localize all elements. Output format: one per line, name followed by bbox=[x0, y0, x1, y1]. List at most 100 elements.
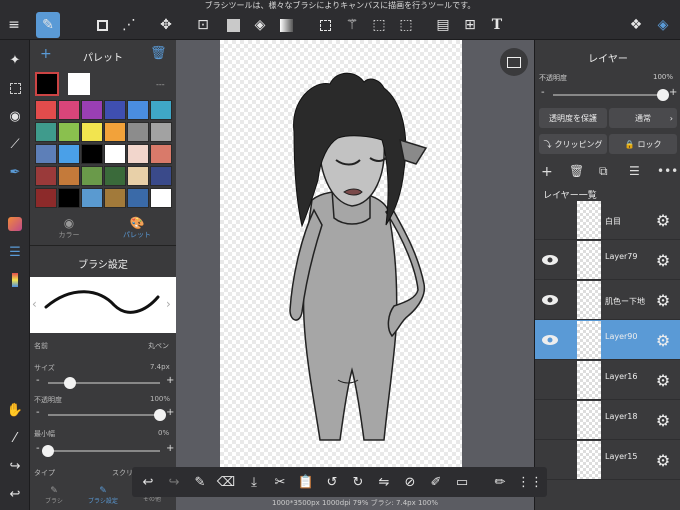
eye-off-icon[interactable] bbox=[539, 409, 561, 431]
layer-row[interactable]: Layer16 ⚙ bbox=[535, 360, 680, 400]
frame-icon[interactable]: ▭ bbox=[450, 470, 474, 494]
layer-opacity-minus-button[interactable]: - bbox=[541, 87, 545, 98]
canvas-area[interactable] bbox=[176, 40, 534, 510]
gear-icon[interactable]: ⚙ bbox=[653, 370, 673, 390]
color-swatch[interactable] bbox=[58, 166, 80, 186]
layer-row[interactable]: Layer79 ⚙ bbox=[535, 240, 680, 280]
rotate-right-icon[interactable]: ↻ bbox=[346, 470, 370, 494]
color-swatch[interactable] bbox=[104, 188, 126, 208]
minwidth-plus-button[interactable]: + bbox=[166, 443, 174, 454]
text-icon[interactable]: T bbox=[485, 12, 509, 38]
opacity-minus-button[interactable]: - bbox=[36, 407, 40, 418]
bucket-icon[interactable]: ◈ bbox=[248, 12, 272, 38]
cut-icon[interactable]: ⊞ bbox=[458, 12, 482, 38]
palette-bar-icon[interactable] bbox=[3, 268, 27, 292]
minwidth-minus-button[interactable]: - bbox=[36, 443, 40, 454]
gear-icon[interactable]: ⚙ bbox=[653, 410, 673, 430]
color-swatch[interactable] bbox=[35, 166, 57, 186]
color-swatch[interactable] bbox=[104, 166, 126, 186]
paste-icon[interactable]: 📋 bbox=[294, 470, 318, 494]
layer-opacity-plus-button[interactable]: + bbox=[669, 87, 677, 98]
menu-icon[interactable]: ≡ bbox=[2, 12, 26, 38]
eye-icon[interactable] bbox=[539, 329, 561, 351]
gear-icon[interactable]: ⚙ bbox=[653, 450, 673, 470]
materials-icon[interactable]: ❖ bbox=[624, 12, 648, 38]
select-rect-icon[interactable] bbox=[313, 12, 337, 38]
layer-opacity-slider-knob[interactable] bbox=[657, 89, 669, 101]
minwidth-slider-knob[interactable] bbox=[42, 445, 54, 457]
eraser-icon[interactable]: ⌫ bbox=[214, 470, 238, 494]
opacity-plus-button[interactable]: + bbox=[166, 407, 174, 418]
eyedropper-icon[interactable]: ⁄ bbox=[3, 426, 27, 450]
color-swatch-icon[interactable] bbox=[3, 212, 27, 236]
undo-icon[interactable]: ↩ bbox=[3, 482, 27, 506]
size-plus-button[interactable]: + bbox=[166, 375, 174, 386]
rotate-left-icon[interactable]: ↺ bbox=[320, 470, 344, 494]
tab-palette[interactable]: 🎨 パレット bbox=[103, 216, 171, 240]
scissors-icon[interactable]: ✂ bbox=[268, 470, 292, 494]
transform-icon[interactable]: ⊡ bbox=[191, 12, 215, 38]
eye-icon[interactable] bbox=[539, 289, 561, 311]
tab-brush[interactable]: ✎ ブラシ bbox=[32, 486, 76, 505]
layer-opacity-slider-track[interactable] bbox=[553, 94, 663, 96]
layer-row[interactable]: Layer18 ⚙ bbox=[535, 400, 680, 440]
select-pen-icon[interactable]: ⬚ bbox=[367, 12, 391, 38]
download-icon[interactable]: ⤓ bbox=[242, 470, 266, 494]
next-brush-icon[interactable]: › bbox=[166, 297, 171, 311]
blend-mode-button[interactable]: 通常 › bbox=[609, 108, 677, 128]
layer-row[interactable]: 肌色ー下地 ⚙ bbox=[535, 280, 680, 320]
color-swatch[interactable] bbox=[58, 100, 80, 120]
layer-row[interactable]: Layer15 ⚙ bbox=[535, 440, 680, 480]
color-swatch[interactable] bbox=[35, 144, 57, 164]
protect-alpha-button[interactable]: 透明度を保護 bbox=[539, 108, 607, 128]
more-icon[interactable]: ••• bbox=[657, 164, 678, 178]
color-swatch[interactable] bbox=[127, 100, 149, 120]
clipping-button[interactable]: ⤵ クリッピング bbox=[539, 134, 607, 154]
flip-icon[interactable]: ⇋ bbox=[372, 470, 396, 494]
add-layer-icon[interactable]: + bbox=[541, 164, 553, 180]
pen-square-icon[interactable]: ✏ bbox=[488, 470, 512, 494]
grid-icon[interactable]: ⋮⋮ bbox=[517, 470, 543, 494]
minwidth-slider-track[interactable] bbox=[48, 450, 160, 452]
duplicate-layer-icon[interactable]: ⧉ bbox=[599, 164, 608, 179]
eye-off-icon[interactable] bbox=[539, 209, 561, 231]
quick-menu-icon[interactable]: ✦ bbox=[3, 48, 27, 72]
tab-brush-settings[interactable]: ✎ ブラシ設定 bbox=[80, 486, 126, 505]
delete-palette-icon[interactable]: 🗑 bbox=[150, 46, 167, 61]
color-swatch[interactable] bbox=[81, 144, 103, 164]
color-swatch[interactable] bbox=[150, 144, 172, 164]
layer-list-icon[interactable]: ☰ bbox=[629, 164, 640, 178]
type-value[interactable]: スクリ bbox=[112, 468, 133, 478]
move-icon[interactable]: ✥ bbox=[154, 12, 178, 38]
color-swatch[interactable] bbox=[104, 144, 126, 164]
background-color[interactable] bbox=[68, 73, 90, 95]
size-slider-knob[interactable] bbox=[64, 377, 77, 389]
opacity-slider-knob[interactable] bbox=[154, 409, 166, 421]
color-swatch[interactable] bbox=[127, 188, 149, 208]
wand-icon[interactable]: ⚚ bbox=[340, 12, 364, 38]
undo-icon[interactable]: ↩ bbox=[136, 470, 160, 494]
redo-icon[interactable]: ↪ bbox=[162, 470, 186, 494]
color-swatch[interactable] bbox=[127, 166, 149, 186]
prev-brush-icon[interactable]: ‹ bbox=[32, 297, 37, 311]
canvas-view-button[interactable] bbox=[500, 48, 528, 76]
eye-off-icon[interactable] bbox=[539, 369, 561, 391]
gear-icon[interactable]: ⚙ bbox=[653, 290, 673, 310]
delete-layer-icon[interactable]: 🗑 bbox=[569, 164, 584, 178]
select-eraser-icon[interactable]: ⬚ bbox=[394, 12, 418, 38]
color-swatch[interactable] bbox=[58, 144, 80, 164]
color-swatch[interactable] bbox=[35, 100, 57, 120]
color-swatch[interactable] bbox=[150, 122, 172, 142]
color-swatch[interactable] bbox=[104, 100, 126, 120]
brush-icon[interactable]: ✎ bbox=[36, 12, 60, 38]
lock-button[interactable]: 🔒 ロック bbox=[609, 134, 677, 154]
color-swatch[interactable] bbox=[150, 100, 172, 120]
color-swatch[interactable] bbox=[35, 122, 57, 142]
hand-icon[interactable]: ✋ bbox=[3, 398, 27, 422]
dots-icon[interactable]: ⋰ bbox=[117, 12, 141, 38]
ruler-icon[interactable]: ⟋ bbox=[3, 132, 27, 156]
brush-name-value[interactable]: 丸ペン bbox=[148, 341, 169, 351]
color-swatch[interactable] bbox=[104, 122, 126, 142]
opacity-slider-track[interactable] bbox=[48, 414, 160, 416]
no-snap-icon[interactable]: ⊘ bbox=[398, 470, 422, 494]
